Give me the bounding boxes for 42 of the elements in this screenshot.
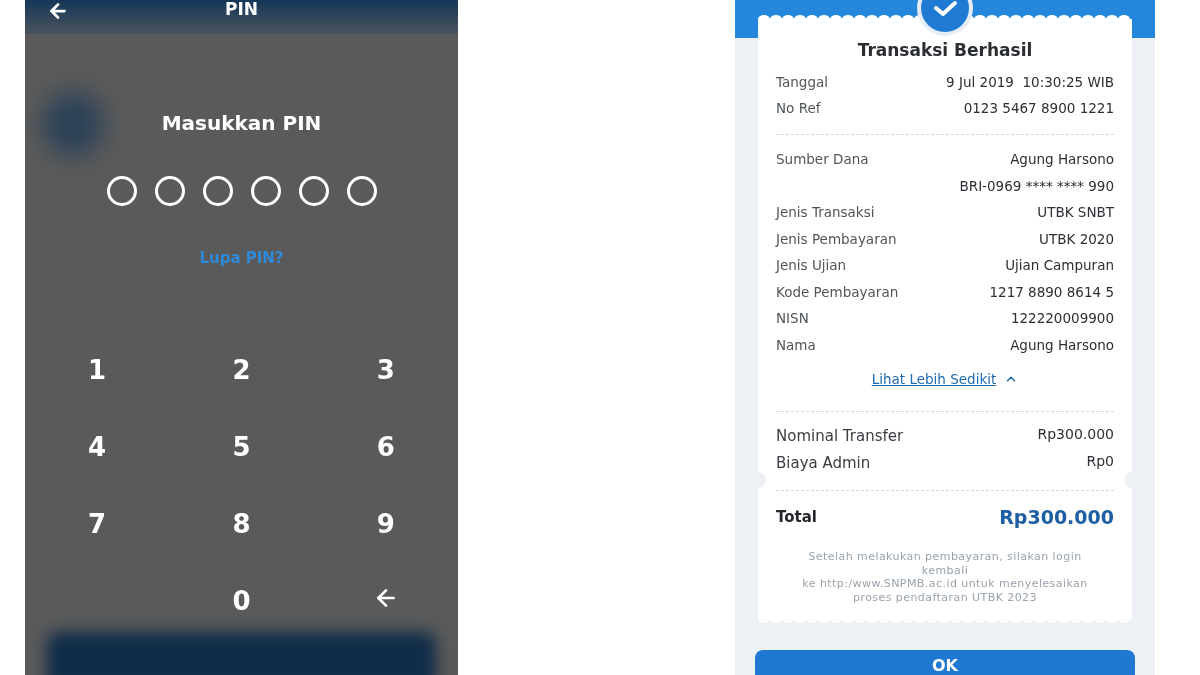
keypad-key[interactable]: 7	[69, 495, 126, 552]
keypad-key[interactable]: 2	[213, 341, 270, 398]
detail-value: 9 Jul 2019 10:30:25 WIB	[946, 73, 1114, 92]
detail-value: 122220009900	[1010, 309, 1114, 328]
detail-label: Jenis Pembayaran	[776, 229, 897, 249]
detail-value: Agung Harsono	[1010, 335, 1114, 355]
detail-value: Ujian Campuran	[1005, 256, 1114, 275]
screen-title: PIN	[225, 0, 258, 18]
charge-label: Nominal Transfer	[776, 426, 904, 447]
detail-label: Jenis Transaksi	[776, 203, 875, 222]
keypad-key[interactable]: 0	[213, 572, 270, 629]
detail-label: Nama	[776, 335, 816, 355]
detail-value: UTBK SNBT	[1037, 203, 1114, 222]
left-arrow-icon[interactable]	[47, 0, 69, 22]
detail-value: 0123 5467 8900 1221	[963, 99, 1114, 118]
keypad-key[interactable]: 9	[357, 495, 414, 552]
ok-button[interactable]: OK	[755, 649, 1135, 675]
keypad-key[interactable]: 5	[213, 418, 270, 475]
show-less-toggle[interactable]: Lihat Lebih Sedikit	[871, 370, 1019, 388]
detail-value: BRI-0969 **** **** 990	[959, 176, 1114, 196]
keypad-key[interactable]: 1	[69, 341, 126, 398]
keypad-key[interactable]: 8	[213, 495, 270, 552]
keypad-key[interactable]: 4	[69, 418, 126, 475]
detail-value: Agung Harsono	[1010, 150, 1114, 169]
keypad-key[interactable]: 6	[357, 418, 414, 475]
detail-label: Sumber Dana	[776, 150, 869, 169]
pin-prompt: Masukkan PIN	[161, 110, 322, 136]
payment-note: Setelah melakukan pembayaran, silakan login kembali ke http:/www.SNPMB.ac.id untuk menyelesaikan proses pendaftaran UTBK 2023	[801, 550, 1089, 605]
total-label: Total	[776, 507, 817, 528]
detail-label: NISN	[776, 309, 809, 328]
detail-label: Tanggal	[776, 73, 828, 92]
detail-value: 1217 8890 8614 5	[989, 282, 1114, 302]
charge-label: Biaya Admin	[776, 453, 871, 474]
keypad-key[interactable]: 3	[357, 341, 414, 398]
detail-label: No Ref	[776, 99, 821, 118]
receipt-title: Transaksi Berhasil	[857, 39, 1033, 61]
charge-value: Rp0	[1086, 451, 1114, 471]
detail-label: Jenis Ujian	[776, 256, 847, 275]
total-value: Rp300.000	[999, 505, 1114, 530]
detail-value: UTBK 2020	[1039, 229, 1114, 249]
charge-value: Rp300.000	[1037, 424, 1114, 444]
detail-label: Kode Pembayaran	[776, 282, 899, 302]
